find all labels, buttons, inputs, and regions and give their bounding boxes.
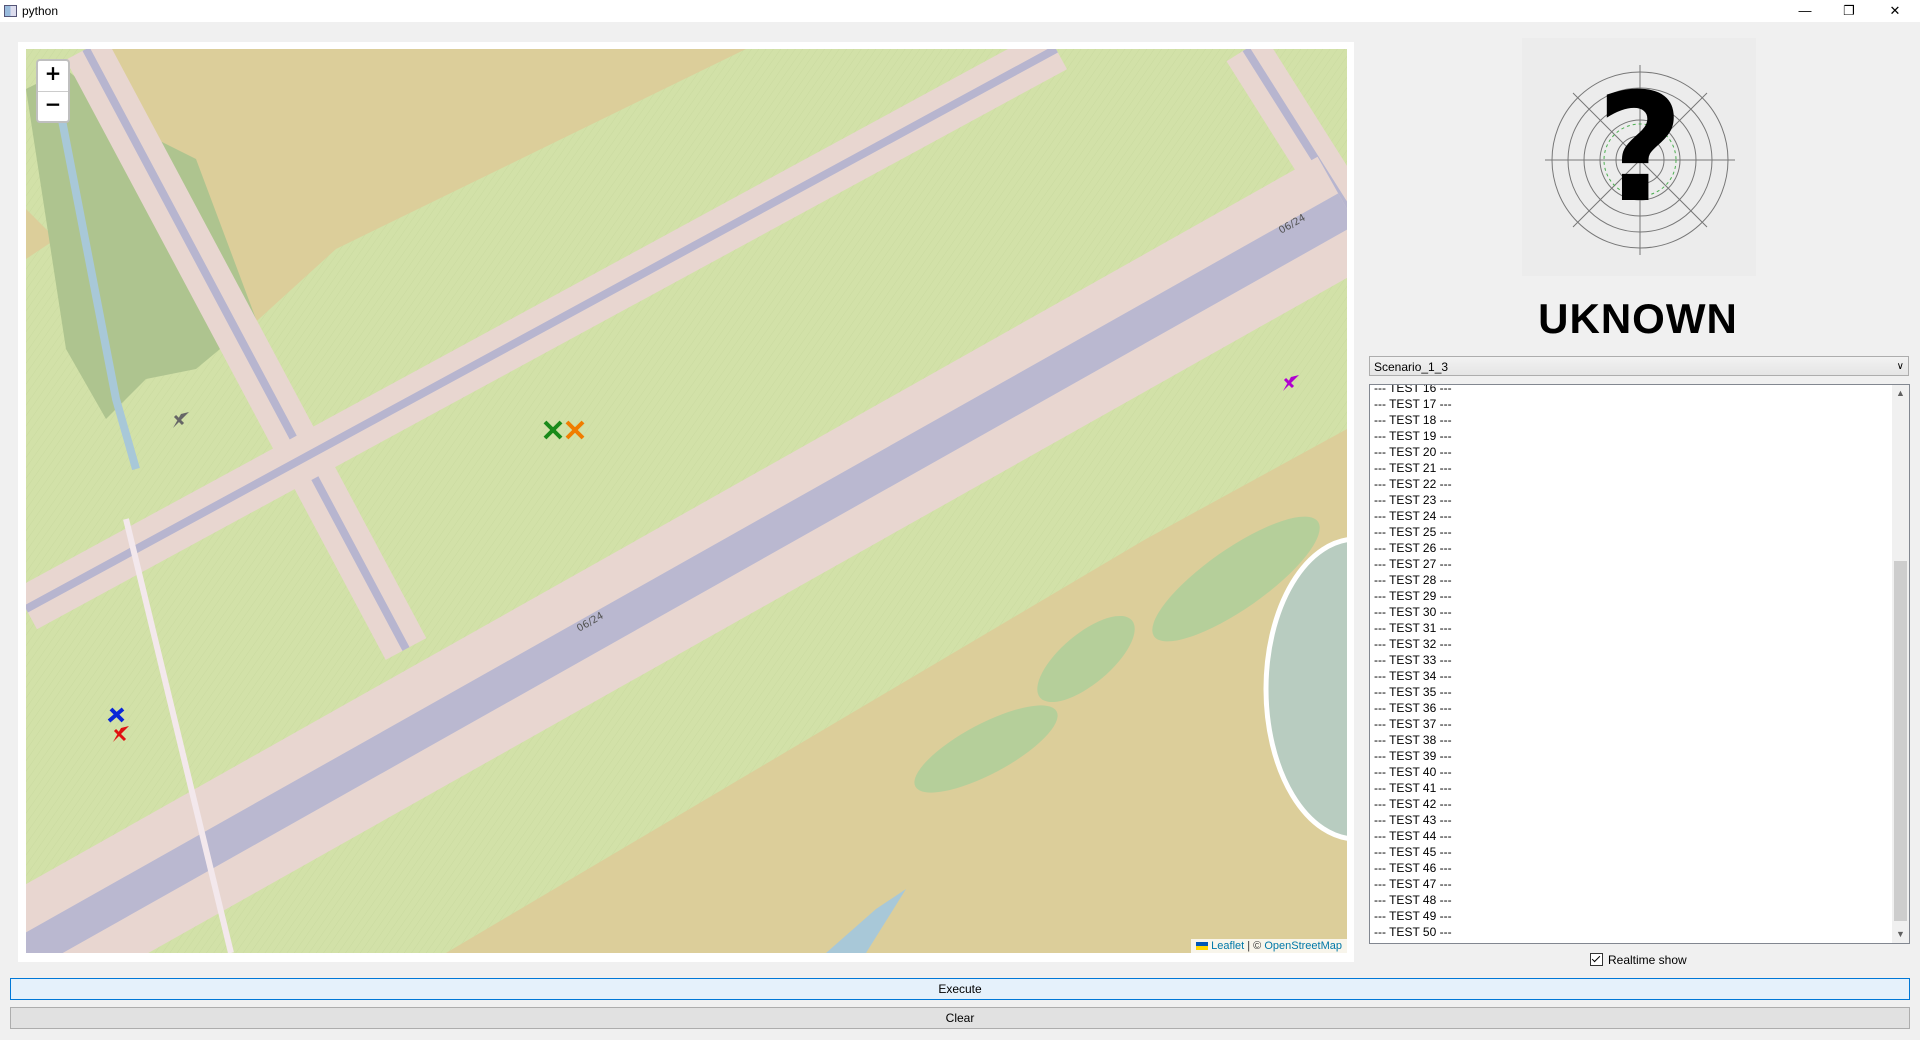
classification-label: UKNOWN xyxy=(1538,295,1738,342)
execute-button[interactable]: Execute xyxy=(10,978,1910,1000)
osm-link[interactable]: OpenStreetMap xyxy=(1264,940,1342,952)
list-item[interactable]: --- TEST 46 --- xyxy=(1374,860,1452,876)
attribution-separator: | © xyxy=(1244,940,1265,952)
map-view[interactable]: 06/24 06/24 + − Leaflet | © OpenStreetMa… xyxy=(26,49,1347,953)
classification-image: ? xyxy=(1522,38,1756,276)
window-title: python xyxy=(22,4,59,18)
list-item[interactable]: --- TEST 31 --- xyxy=(1374,620,1452,636)
list-item[interactable]: --- TEST 23 --- xyxy=(1374,492,1452,508)
list-item[interactable]: --- TEST 32 --- xyxy=(1374,636,1452,652)
list-item[interactable]: --- TEST 48 --- xyxy=(1374,892,1452,908)
chevron-down-icon: ∨ xyxy=(1896,361,1904,372)
list-item[interactable]: --- TEST 49 --- xyxy=(1374,908,1452,924)
drone-marker-orange[interactable] xyxy=(563,418,587,442)
list-item[interactable]: --- TEST 24 --- xyxy=(1374,508,1452,524)
ukraine-flag-icon xyxy=(1196,942,1209,951)
list-item[interactable]: --- TEST 29 --- xyxy=(1374,588,1452,604)
map-attribution: Leaflet | © OpenStreetMap xyxy=(1191,939,1347,953)
scroll-down-arrow-icon[interactable]: ▼ xyxy=(1892,926,1909,943)
list-item[interactable]: --- TEST 33 --- xyxy=(1374,652,1452,668)
aircraft-marker-red[interactable] xyxy=(109,722,133,746)
list-item[interactable]: --- TEST 22 --- xyxy=(1374,476,1452,492)
map-tiles xyxy=(26,49,1347,953)
maximize-button[interactable]: ❐ xyxy=(1826,0,1872,22)
list-item[interactable]: --- TEST 35 --- xyxy=(1374,684,1452,700)
realtime-show-label: Realtime show xyxy=(1608,953,1687,967)
list-item[interactable]: --- TEST 37 --- xyxy=(1374,716,1452,732)
drone-marker-green[interactable] xyxy=(541,418,565,442)
scrollbar-thumb[interactable] xyxy=(1894,561,1907,921)
list-item[interactable]: --- TEST 38 --- xyxy=(1374,732,1452,748)
scenario-select[interactable]: Scenario_1_3 ∨ xyxy=(1369,356,1909,376)
list-item[interactable]: --- TEST 47 --- xyxy=(1374,876,1452,892)
list-item[interactable]: --- TEST 40 --- xyxy=(1374,764,1452,780)
list-item[interactable]: --- TEST 42 --- xyxy=(1374,796,1452,812)
list-item[interactable]: --- TEST 45 --- xyxy=(1374,844,1452,860)
list-item[interactable]: --- TEST 26 --- xyxy=(1374,540,1452,556)
leaflet-link[interactable]: Leaflet xyxy=(1211,940,1244,952)
zoom-out-button[interactable]: − xyxy=(38,92,68,122)
list-item[interactable]: --- TEST 36 --- xyxy=(1374,700,1452,716)
app-icon xyxy=(4,5,17,17)
test-log-list[interactable]: --- TEST 16 --- --- TEST 17 --- --- TEST 1… xyxy=(1369,384,1910,944)
list-item[interactable]: --- TEST 19 --- xyxy=(1374,428,1452,444)
list-item[interactable]: --- TEST 44 --- xyxy=(1374,828,1452,844)
zoom-in-button[interactable]: + xyxy=(38,61,68,92)
close-button[interactable]: ✕ xyxy=(1872,0,1918,22)
scenario-select-value: Scenario_1_3 xyxy=(1374,360,1449,374)
list-item[interactable]: --- TEST 34 --- xyxy=(1374,668,1452,684)
scroll-up-arrow-icon[interactable]: ▲ xyxy=(1892,385,1909,402)
list-item[interactable]: --- TEST 43 --- xyxy=(1374,812,1452,828)
checkbox-checked-icon[interactable] xyxy=(1590,953,1603,966)
list-item[interactable]: --- TEST 51 --- xyxy=(1374,940,1452,943)
list-item[interactable]: --- TEST 21 --- xyxy=(1374,460,1452,476)
zoom-control: + − xyxy=(36,59,70,123)
minimize-button[interactable]: — xyxy=(1782,0,1828,22)
list-item[interactable]: --- TEST 17 --- xyxy=(1374,396,1452,412)
list-item[interactable]: --- TEST 39 --- xyxy=(1374,748,1452,764)
list-item[interactable]: --- TEST 30 --- xyxy=(1374,604,1452,620)
list-item[interactable]: --- TEST 27 --- xyxy=(1374,556,1452,572)
list-item[interactable]: --- TEST 20 --- xyxy=(1374,444,1452,460)
list-item[interactable]: --- TEST 50 --- xyxy=(1374,924,1452,940)
realtime-show-checkbox[interactable]: Realtime show xyxy=(1590,953,1687,967)
scrollbar[interactable]: ▲ ▼ xyxy=(1892,385,1909,943)
list-item[interactable]: --- TEST 41 --- xyxy=(1374,780,1452,796)
aircraft-marker-gray[interactable] xyxy=(169,408,193,432)
list-item[interactable]: --- TEST 25 --- xyxy=(1374,524,1452,540)
aircraft-marker-purple[interactable] xyxy=(1279,371,1303,395)
clear-button[interactable]: Clear xyxy=(10,1007,1910,1029)
list-item[interactable]: --- TEST 28 --- xyxy=(1374,572,1452,588)
list-item[interactable]: --- TEST 18 --- xyxy=(1374,412,1452,428)
title-bar: python — ❐ ✕ xyxy=(0,0,1920,22)
question-mark-icon: ? xyxy=(1596,62,1683,236)
log-items: --- TEST 16 --- --- TEST 17 --- --- TEST 1… xyxy=(1374,385,1452,943)
list-item[interactable]: --- TEST 16 --- xyxy=(1374,385,1452,396)
